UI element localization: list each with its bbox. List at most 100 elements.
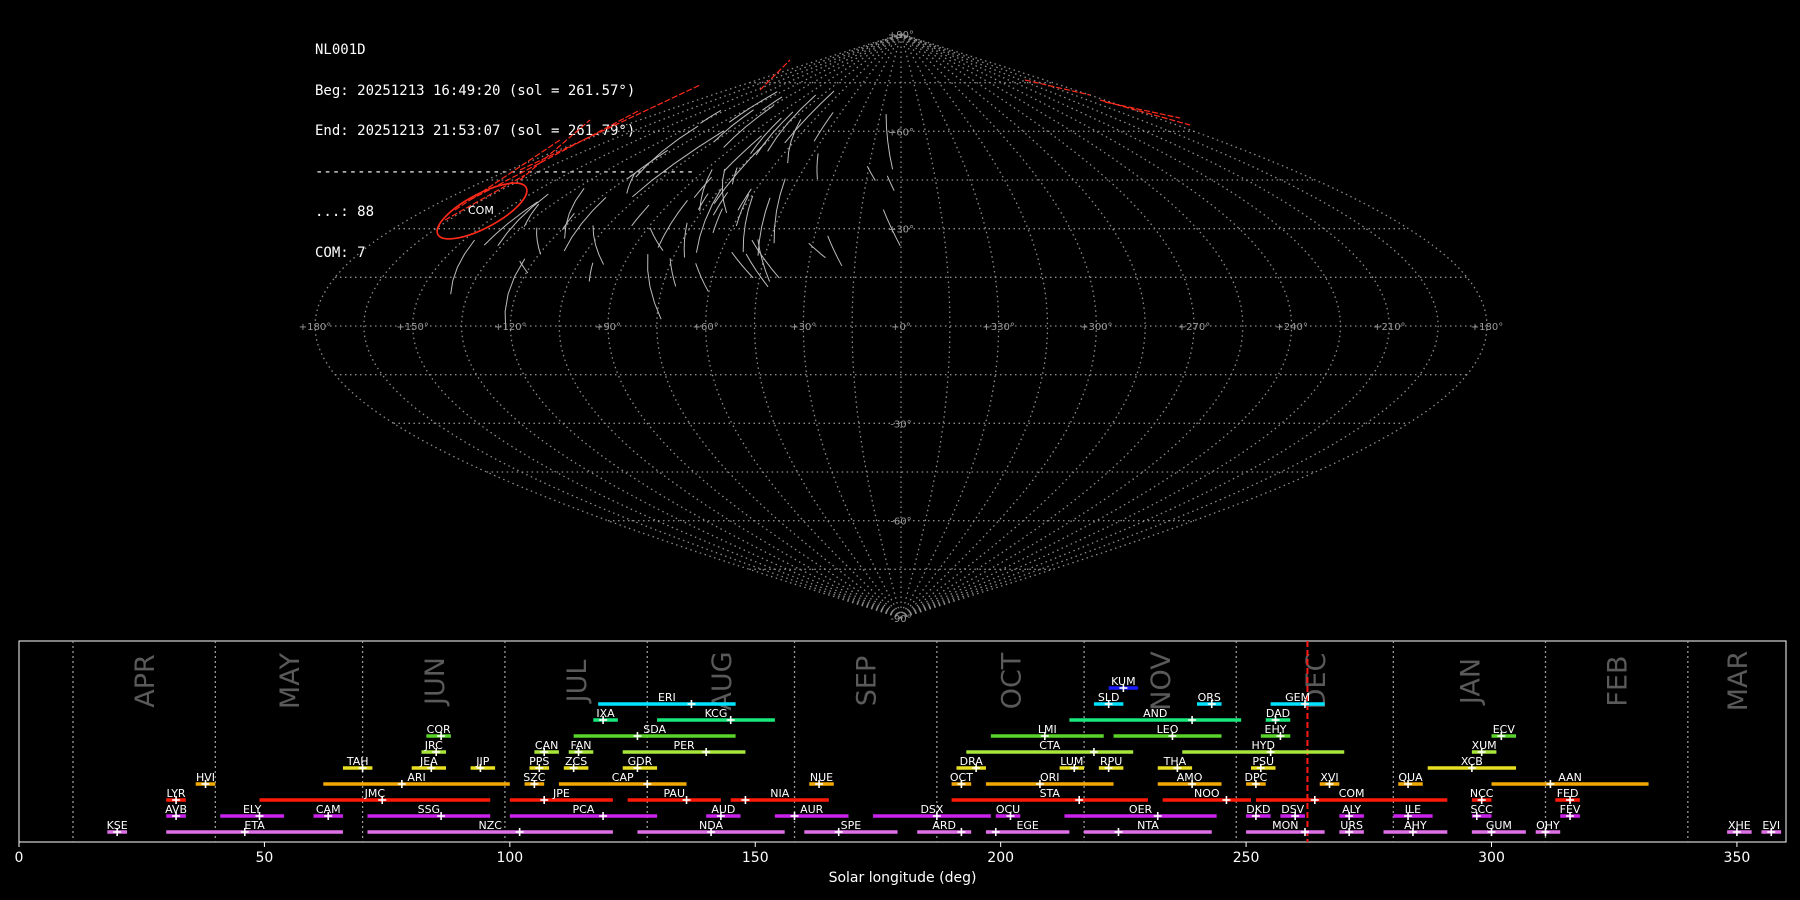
meteor-trail: [647, 254, 662, 320]
latitude-label: +90°: [888, 30, 914, 41]
highlighted-trails: [444, 59, 1191, 221]
meteor-trail: [745, 253, 769, 288]
meteor-trail: [592, 225, 605, 265]
shower-label: NIA: [770, 787, 789, 800]
meteor-trail: [631, 204, 650, 227]
longitude-label: +120°: [494, 322, 526, 333]
shower-label: DSV: [1281, 803, 1304, 816]
shower-label: HVI: [196, 771, 215, 784]
meteor-trail: [885, 114, 894, 170]
x-axis-label: Solar longitude (deg): [829, 870, 977, 886]
shower-label: GUM: [1486, 819, 1512, 832]
shower-label: AVB: [165, 803, 187, 816]
shower-label: TAH: [346, 755, 369, 768]
meteor-trail: [649, 227, 664, 251]
meteor-trails: [450, 90, 901, 330]
shower-label: SCC: [1471, 803, 1494, 816]
shower-label: LMI: [1038, 723, 1057, 736]
longitude-label: +180°: [1471, 322, 1503, 333]
shower-label: URS: [1340, 819, 1363, 832]
x-tick-label: 50: [256, 850, 274, 866]
longitude-label: +150°: [396, 322, 428, 333]
shower-label: DAD: [1266, 707, 1290, 720]
shower-label: CAP: [612, 771, 634, 784]
shower-label: CTA: [1039, 739, 1061, 752]
shower-label: ERI: [658, 691, 676, 704]
radiant-label: COM: [468, 204, 494, 217]
shower-label: PPS: [529, 755, 549, 768]
sky-map: COM +90° +60° +30° -30° -60° -90° +180° +150° +12…: [299, 30, 1503, 625]
month-label: JAN: [1455, 658, 1486, 706]
meteor-trail: [728, 91, 778, 123]
shower-label: FED: [1557, 787, 1579, 800]
latitude-label: -60°: [890, 517, 911, 528]
month-label: MAR: [1723, 651, 1754, 712]
meteor-trail: [712, 208, 723, 234]
shower-label: ORI: [1040, 771, 1060, 784]
shower-label: GDR: [628, 755, 653, 768]
longitude-label: +300°: [1080, 322, 1112, 333]
shower-label: ILE: [1405, 803, 1421, 816]
shower-label: NTA: [1137, 819, 1159, 832]
longitude-label: +270°: [1178, 322, 1210, 333]
shower-label: ETA: [244, 819, 265, 832]
shower-label: NUE: [810, 771, 833, 784]
shower-label: HYD: [1252, 739, 1275, 752]
shower-label: AUD: [711, 803, 735, 816]
month-label: FEB: [1603, 655, 1634, 706]
shower-label: KUM: [1111, 675, 1135, 688]
shower-label: ZCS: [565, 755, 587, 768]
shower-label: AMO: [1177, 771, 1203, 784]
latitude-label: +60°: [888, 127, 914, 138]
shower-label: DKD: [1246, 803, 1270, 816]
meteor-trail: [669, 258, 677, 287]
shower-label: ELY: [243, 803, 262, 816]
shower-label: DSX: [920, 803, 943, 816]
meteor-trail: [632, 130, 724, 198]
meteor-trail: [563, 197, 607, 252]
meteor-trail: [773, 178, 786, 244]
radiant-trail: [759, 59, 791, 91]
meteor-trail: [813, 112, 834, 142]
longitude-label: +60°: [693, 322, 719, 333]
month-label: MAY: [275, 652, 306, 709]
month-label: JUL: [562, 660, 593, 705]
latitude-label: -90°: [890, 614, 911, 625]
shower-label: SZC: [523, 771, 546, 784]
longitude-label: +240°: [1275, 322, 1307, 333]
shower-label: LUM: [1060, 755, 1083, 768]
shower-label: XUM: [1472, 739, 1497, 752]
shower-label: ARD: [932, 819, 956, 832]
shower-label: PSU: [1252, 755, 1274, 768]
meteor-trail: [450, 239, 476, 295]
shower-label: XCB: [1461, 755, 1483, 768]
longitude-label: +180°: [299, 322, 331, 333]
shower-label: GEM: [1285, 691, 1310, 704]
shower-label: SSG: [418, 803, 441, 816]
shower-label: NCC: [1470, 787, 1494, 800]
meteor-trail: [827, 235, 843, 267]
meteor-trail: [784, 90, 835, 144]
shower-label: RPU: [1100, 755, 1122, 768]
shower-label: MON: [1272, 819, 1298, 832]
x-tick-label: 100: [496, 850, 523, 866]
shower-label: LEO: [1157, 723, 1179, 736]
x-tick-label: 200: [987, 850, 1014, 866]
meteor-trail: [731, 251, 754, 279]
x-tick-label: 350: [1724, 850, 1751, 866]
month-label: NOV: [1146, 651, 1177, 711]
meteor-trail: [757, 197, 771, 256]
month-label: OCT: [996, 652, 1027, 709]
shower-label: NZC: [478, 819, 502, 832]
shower-label: OCU: [996, 803, 1020, 816]
radiant-trail: [1104, 101, 1181, 119]
shower-timeline-chart: APR MAY JUN JUL AUG SEP OCT NOV DEC JAN FEB MARKUME…: [15, 640, 1787, 886]
shower-label: KSE: [107, 819, 128, 832]
shower-label: COR: [427, 723, 451, 736]
shower-label: NOO: [1194, 787, 1220, 800]
shower-label: OER: [1129, 803, 1153, 816]
month-label: APR: [130, 654, 161, 708]
meteor-trail: [536, 227, 542, 255]
shower-label: CAM: [316, 803, 341, 816]
shower-label: XVI: [1320, 771, 1338, 784]
